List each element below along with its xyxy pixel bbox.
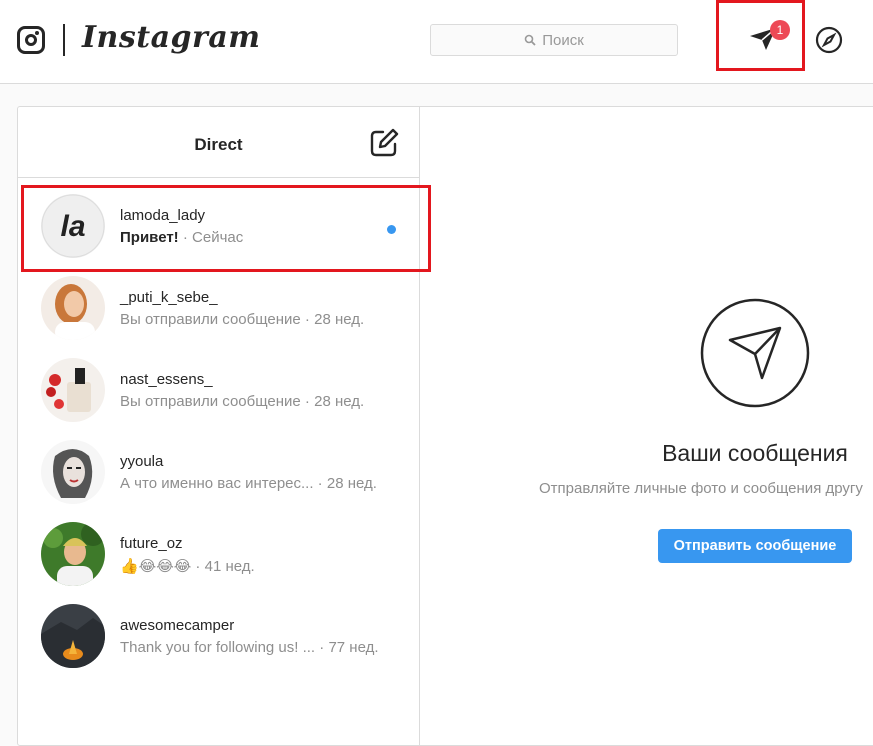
thread-time: 28 нед. xyxy=(314,393,365,410)
thread-snippet: 👍😂😂😂 · 41 нед. xyxy=(120,558,255,575)
thread-message: Thank you for following us! ... xyxy=(120,639,316,656)
thread-username: awesomecamper xyxy=(120,617,235,634)
empty-subtitle: Отправляйте личные фото и сообщения друг… xyxy=(539,480,863,497)
instagram-camera-icon[interactable] xyxy=(17,26,45,54)
thread-item[interactable]: _puti_k_sebe_ Вы отправили сообщение · 2… xyxy=(18,266,420,348)
thread-snippet: Вы отправили сообщение · 28 нед. xyxy=(120,393,365,410)
thread-username: yyoula xyxy=(120,453,164,470)
compass-icon[interactable] xyxy=(815,26,843,54)
empty-title: Ваши сообщения xyxy=(662,440,848,466)
avatar xyxy=(41,440,105,504)
direct-header: Direct xyxy=(18,107,419,178)
logo-divider xyxy=(63,24,65,56)
thread-item[interactable]: awesomecamper Thank you for following us… xyxy=(18,594,420,676)
magnifier-icon xyxy=(524,34,536,46)
avatar xyxy=(41,604,105,668)
thread-highlight-frame xyxy=(21,185,431,272)
avatar xyxy=(41,358,105,422)
thread-time: 77 нед. xyxy=(328,639,379,656)
thread-item[interactable]: future_oz 👍😂😂😂 · 41 нед. xyxy=(18,512,420,594)
thread-username: nast_essens_ xyxy=(120,371,213,388)
thread-username: future_oz xyxy=(120,535,183,552)
thread-snippet: Thank you for following us! ... · 77 нед… xyxy=(120,639,379,656)
avatar xyxy=(41,276,105,340)
send-message-button[interactable]: Отправить сообщение xyxy=(658,529,852,563)
search-input[interactable]: Поиск xyxy=(430,24,678,56)
avatar xyxy=(41,522,105,586)
thread-item[interactable]: nast_essens_ Вы отправили сообщение · 28… xyxy=(18,348,420,430)
paper-plane-outline-icon xyxy=(700,298,810,408)
thread-message: Вы отправили сообщение xyxy=(120,311,301,328)
thread-message: 👍😂😂😂 xyxy=(120,558,192,575)
thread-message: А что именно вас интерес... xyxy=(120,475,314,492)
thread-snippet: Вы отправили сообщение · 28 нед. xyxy=(120,311,365,328)
thread-snippet: А что именно вас интерес... · 28 нед. xyxy=(120,475,377,492)
thread-time: 41 нед. xyxy=(204,558,255,575)
thread-username: _puti_k_sebe_ xyxy=(120,289,218,306)
thread-message: Вы отправили сообщение xyxy=(120,393,301,410)
thread-time: 28 нед. xyxy=(314,311,365,328)
search-placeholder: Поиск xyxy=(542,31,584,49)
direct-highlight-frame xyxy=(716,0,805,71)
edit-icon[interactable] xyxy=(369,128,399,158)
thread-time: 28 нед. xyxy=(326,475,377,492)
instagram-wordmark[interactable]: Instagram xyxy=(82,20,261,55)
direct-title: Direct xyxy=(194,135,243,154)
thread-item[interactable]: yyoula А что именно вас интерес... · 28 … xyxy=(18,430,420,512)
